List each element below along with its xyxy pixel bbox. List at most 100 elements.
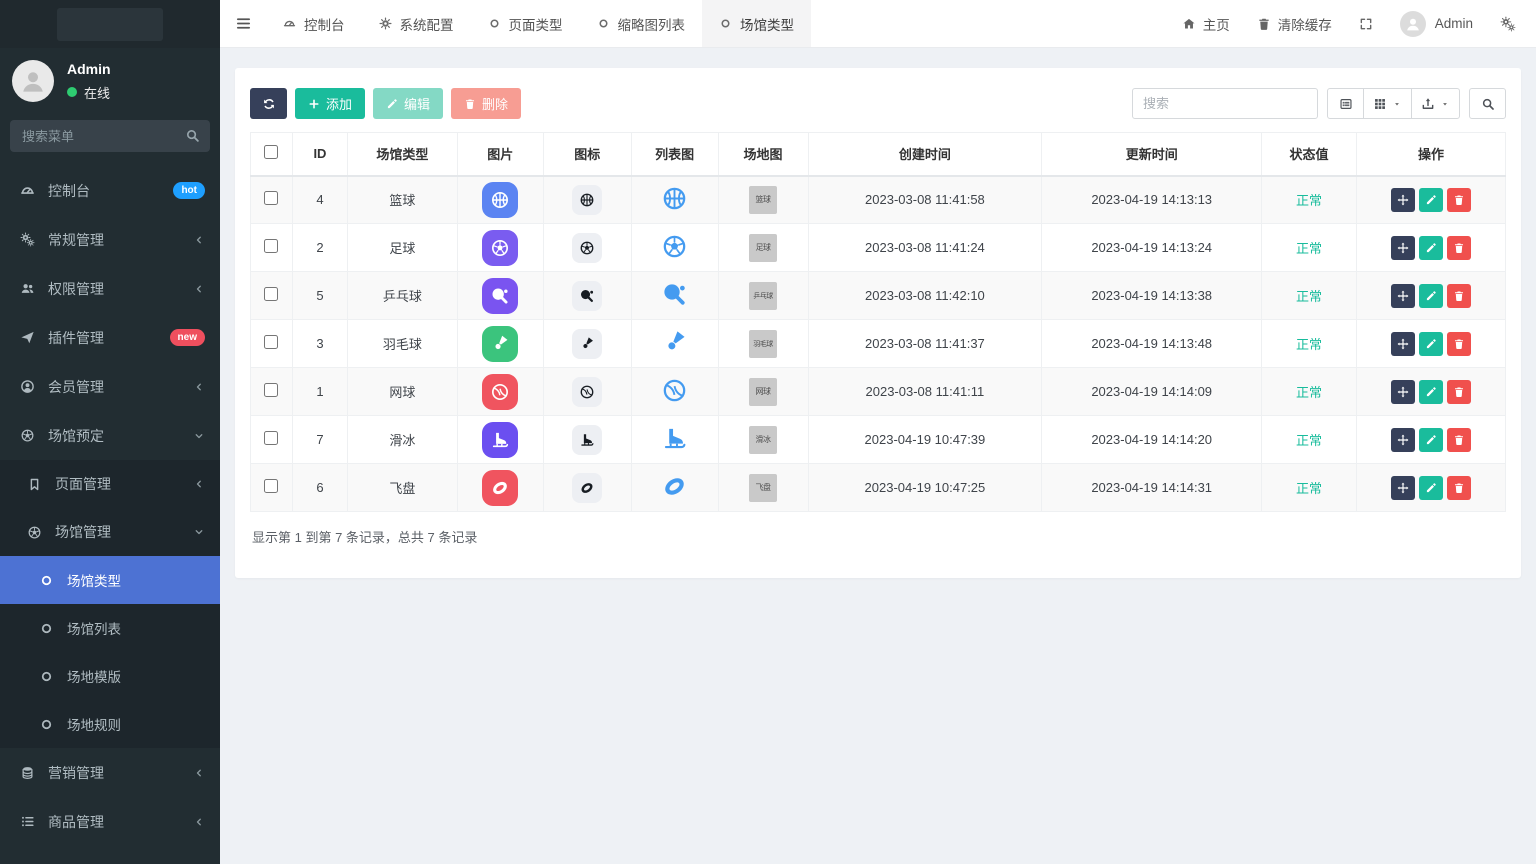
settings-button[interactable] bbox=[1500, 16, 1516, 32]
drag-button[interactable] bbox=[1391, 188, 1415, 212]
row-actions bbox=[1357, 332, 1505, 356]
search-submit-button[interactable] bbox=[1469, 88, 1506, 119]
header-venue-type[interactable]: 场馆类型 bbox=[347, 133, 457, 176]
user-name: Admin bbox=[67, 61, 111, 77]
edit-row-button[interactable] bbox=[1419, 332, 1443, 356]
delete-row-button[interactable] bbox=[1447, 380, 1471, 404]
cell-image bbox=[457, 368, 543, 416]
sidebar-item-会员管理[interactable]: 会员管理 bbox=[0, 362, 220, 411]
sidebar: Admin 在线 控制台hot常规管理权限管理插件管理new会员管理场馆预定页面… bbox=[0, 0, 220, 864]
header-image[interactable]: 图片 bbox=[457, 133, 543, 176]
row-checkbox[interactable] bbox=[264, 479, 278, 493]
delete-button[interactable]: 删除 bbox=[451, 88, 521, 119]
cell-select bbox=[251, 320, 293, 368]
drag-button[interactable] bbox=[1391, 284, 1415, 308]
sidebar-item-场馆管理[interactable]: 场馆管理 bbox=[0, 508, 220, 556]
edit-row-button[interactable] bbox=[1419, 188, 1443, 212]
export-dropdown-button[interactable] bbox=[1411, 88, 1460, 119]
edit-row-button[interactable] bbox=[1419, 428, 1443, 452]
sidebar-item-label: 商品管理 bbox=[48, 812, 104, 832]
header-updated-time[interactable]: 更新时间 bbox=[1042, 133, 1262, 176]
chevron-left-icon bbox=[193, 381, 205, 393]
sidebar-item-场馆类型[interactable]: 场馆类型 bbox=[0, 556, 220, 604]
delete-row-button[interactable] bbox=[1447, 332, 1471, 356]
toolbar: 添加 编辑 删除 bbox=[250, 88, 1506, 119]
row-checkbox[interactable] bbox=[264, 287, 278, 301]
row-checkbox[interactable] bbox=[264, 191, 278, 205]
header-icon[interactable]: 图标 bbox=[543, 133, 631, 176]
sidebar-item-常规管理[interactable]: 常规管理 bbox=[0, 215, 220, 264]
edit-row-button[interactable] bbox=[1419, 476, 1443, 500]
sidebar-item-权限管理[interactable]: 权限管理 bbox=[0, 264, 220, 313]
delete-row-button[interactable] bbox=[1447, 284, 1471, 308]
edit-row-button[interactable] bbox=[1419, 284, 1443, 308]
header-list-image[interactable]: 列表图 bbox=[631, 133, 718, 176]
search-icon[interactable] bbox=[185, 128, 200, 143]
edit-row-button[interactable] bbox=[1419, 380, 1443, 404]
sidebar-item-场馆预定[interactable]: 场馆预定 bbox=[0, 411, 220, 460]
row-checkbox[interactable] bbox=[264, 383, 278, 397]
row-checkbox[interactable] bbox=[264, 335, 278, 349]
delete-row-button[interactable] bbox=[1447, 428, 1471, 452]
tab-缩略图列表[interactable]: 缩略图列表 bbox=[580, 0, 703, 47]
columns-dropdown-button[interactable] bbox=[1363, 88, 1412, 119]
sidebar-item-插件管理[interactable]: 插件管理new bbox=[0, 313, 220, 362]
header-id[interactable]: ID bbox=[292, 133, 347, 176]
sidebar-item-控制台[interactable]: 控制台hot bbox=[0, 166, 220, 215]
venue-image bbox=[482, 182, 518, 218]
header-status[interactable]: 状态值 bbox=[1262, 133, 1357, 176]
tab-系统配置[interactable]: 系统配置 bbox=[362, 0, 471, 47]
avatar bbox=[1400, 11, 1426, 37]
refresh-button[interactable] bbox=[250, 88, 287, 119]
select-all-checkbox[interactable] bbox=[264, 145, 278, 159]
toolbar-right bbox=[1132, 88, 1506, 119]
tab-控制台[interactable]: 控制台 bbox=[266, 0, 362, 47]
drag-button[interactable] bbox=[1391, 476, 1415, 500]
drag-button[interactable] bbox=[1391, 428, 1415, 452]
row-checkbox[interactable] bbox=[264, 239, 278, 253]
plus-icon bbox=[308, 98, 320, 110]
sidebar-item-商品管理[interactable]: 商品管理 bbox=[0, 797, 220, 846]
user-name-label: Admin bbox=[1435, 16, 1473, 31]
edit-button[interactable]: 编辑 bbox=[373, 88, 443, 119]
user-menu[interactable]: Admin bbox=[1400, 11, 1473, 37]
sidebar-item-页面管理[interactable]: 页面管理 bbox=[0, 460, 220, 508]
cell-actions bbox=[1357, 416, 1506, 464]
delete-row-button[interactable] bbox=[1447, 476, 1471, 500]
drag-button[interactable] bbox=[1391, 236, 1415, 260]
table-search-input[interactable] bbox=[1132, 88, 1318, 119]
cell-status: 正常 bbox=[1262, 224, 1357, 272]
sidebar-search-input[interactable] bbox=[10, 120, 210, 152]
header-created-time[interactable]: 创建时间 bbox=[808, 133, 1042, 176]
edit-label: 编辑 bbox=[404, 94, 430, 113]
drag-button[interactable] bbox=[1391, 380, 1415, 404]
drag-button[interactable] bbox=[1391, 332, 1415, 356]
submenu-场馆预定: 页面管理场馆管理场馆类型场馆列表场地模版场地规则 bbox=[0, 460, 220, 748]
person-icon bbox=[18, 66, 48, 96]
clear-cache-link[interactable]: 清除缓存 bbox=[1257, 14, 1332, 34]
venue-icon-chip bbox=[572, 473, 602, 503]
detail-view-button[interactable] bbox=[1327, 88, 1364, 119]
sidebar-item-场地模版[interactable]: 场地模版 bbox=[0, 652, 220, 700]
cell-list-image bbox=[631, 368, 718, 416]
delete-row-button[interactable] bbox=[1447, 188, 1471, 212]
fullscreen-button[interactable] bbox=[1359, 17, 1373, 31]
sidebar-toggle-button[interactable] bbox=[220, 0, 266, 47]
cell-updated-time: 2023-04-19 14:13:24 bbox=[1042, 224, 1262, 272]
home-link[interactable]: 主页 bbox=[1182, 14, 1230, 34]
sidebar-item-场馆列表[interactable]: 场馆列表 bbox=[0, 604, 220, 652]
venue-icon-chip bbox=[572, 377, 602, 407]
add-button[interactable]: 添加 bbox=[295, 88, 365, 119]
header-site-map[interactable]: 场地图 bbox=[718, 133, 808, 176]
site-map-thumbnail: 足球 bbox=[749, 234, 777, 262]
edit-row-button[interactable] bbox=[1419, 236, 1443, 260]
export-icon bbox=[1421, 97, 1435, 111]
delete-row-button[interactable] bbox=[1447, 236, 1471, 260]
tab-场馆类型[interactable]: 场馆类型 bbox=[702, 0, 811, 47]
sidebar-item-营销管理[interactable]: 营销管理 bbox=[0, 748, 220, 797]
tab-页面类型[interactable]: 页面类型 bbox=[471, 0, 580, 47]
cell-venue-type: 乒乓球 bbox=[347, 272, 457, 320]
sidebar-item-场地规则[interactable]: 场地规则 bbox=[0, 700, 220, 748]
trash-icon bbox=[464, 98, 476, 110]
row-checkbox[interactable] bbox=[264, 431, 278, 445]
